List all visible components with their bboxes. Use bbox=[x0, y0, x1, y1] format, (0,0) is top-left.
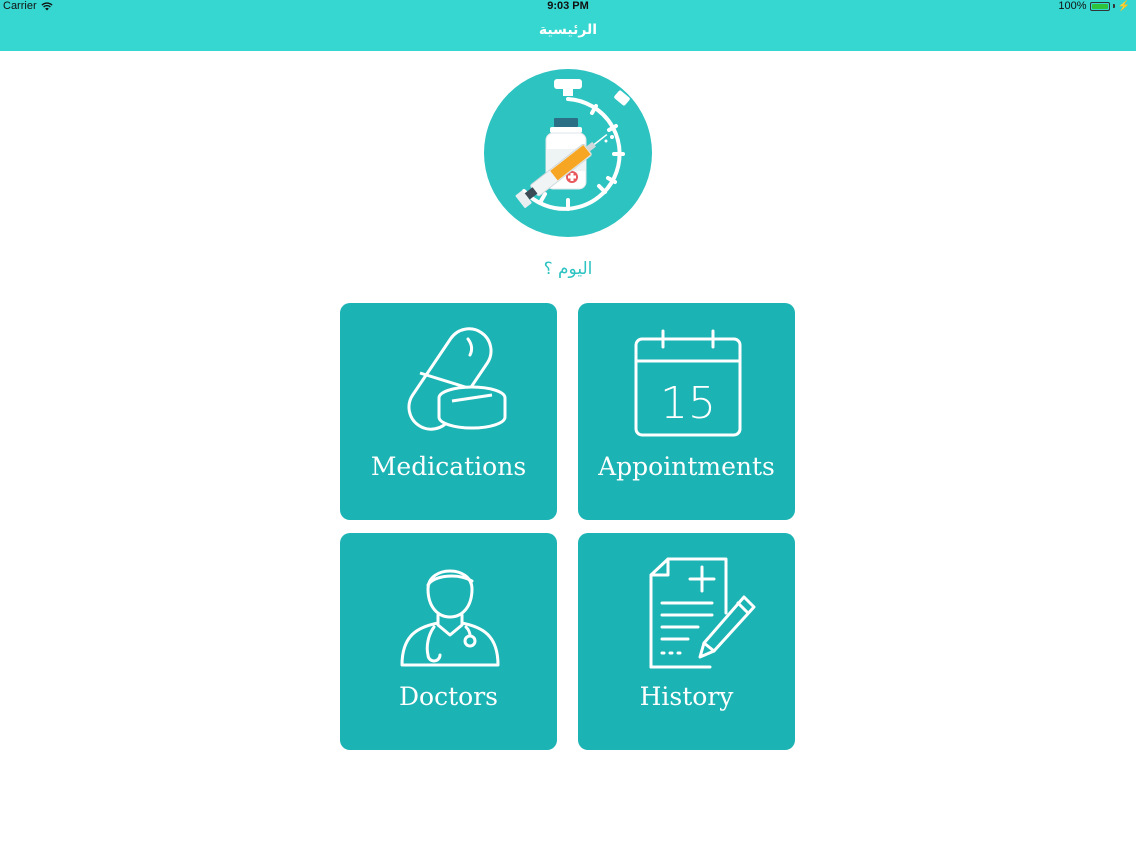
battery-indicator: 100% ⚡ bbox=[1058, 0, 1130, 12]
pills-icon bbox=[407, 327, 507, 431]
charging-bolt-icon: ⚡ bbox=[1117, 0, 1130, 12]
appointments-button[interactable]: 15 Appointments bbox=[578, 303, 795, 520]
battery-level-fill bbox=[1091, 3, 1108, 9]
medications-button[interactable]: Medications bbox=[340, 303, 557, 520]
tile-label: Appointments bbox=[598, 452, 775, 481]
history-button[interactable]: History bbox=[578, 533, 795, 750]
battery-cap bbox=[1112, 4, 1115, 8]
question-label: اليوم ؟ bbox=[543, 259, 593, 279]
tile-label: History bbox=[639, 682, 734, 711]
calendar-icon: 15 bbox=[634, 329, 742, 437]
calendar-day: 15 bbox=[660, 378, 716, 429]
tile-label: Medications bbox=[370, 452, 527, 481]
battery-icon bbox=[1089, 1, 1110, 11]
doctors-button[interactable]: Doctors bbox=[340, 533, 557, 750]
vaccine-timer-icon bbox=[484, 69, 652, 237]
nav-title: الرئيسية bbox=[538, 22, 598, 38]
tile-label: Doctors bbox=[399, 682, 498, 711]
status-bar: Carrier 9:03 PM 100% ⚡ bbox=[0, 0, 1136, 14]
battery-percent: 100% bbox=[1058, 0, 1087, 12]
medical-record-icon bbox=[649, 557, 756, 669]
navigation-bar: Carrier 9:03 PM 100% ⚡ الرئيسية bbox=[0, 0, 1136, 51]
status-time: 9:03 PM bbox=[547, 0, 589, 12]
doctor-icon bbox=[400, 569, 500, 667]
